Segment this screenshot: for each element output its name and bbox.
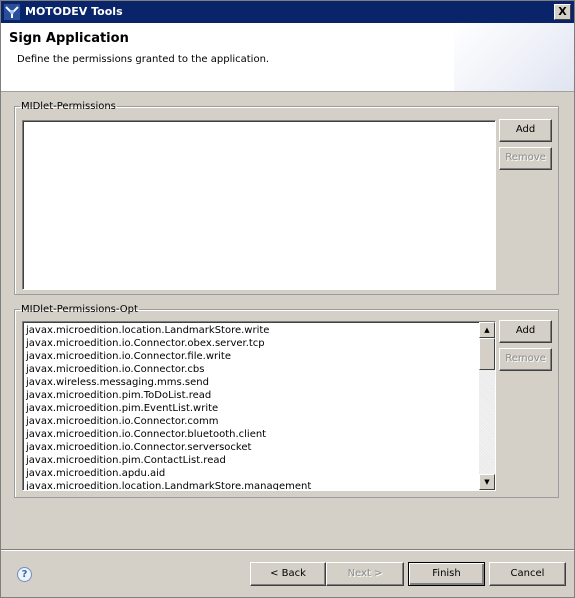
back-button[interactable]: < Back [250, 562, 326, 586]
vertical-scrollbar[interactable]: ▲ ▼ [479, 322, 495, 490]
help-icon[interactable]: ? [17, 567, 32, 582]
wizard-window: MOTODEV Tools X Sign Application Define … [0, 0, 575, 598]
permissions-remove-button[interactable]: Remove [499, 147, 552, 170]
permission-opt-item[interactable]: javax.microedition.io.Connector.serverso… [25, 441, 479, 454]
close-button[interactable]: X [554, 4, 571, 20]
footer-separator [1, 549, 574, 551]
permission-opt-item[interactable]: javax.microedition.io.Connector.bluetoot… [25, 428, 479, 441]
window-title: MOTODEV Tools [25, 5, 123, 18]
permission-opt-item[interactable]: javax.microedition.io.Connector.file.wri… [25, 350, 479, 363]
permission-opt-item[interactable]: javax.microedition.pim.ContactList.read [25, 454, 479, 467]
banner-decoration [454, 23, 574, 91]
motodev-logo-icon [4, 4, 20, 20]
permissions-opt-items: javax.microedition.location.LandmarkStor… [25, 324, 479, 490]
permissions-opt-list[interactable]: javax.microedition.location.LandmarkStor… [22, 321, 496, 491]
permission-opt-item[interactable]: javax.microedition.location.LandmarkStor… [25, 324, 479, 337]
permission-opt-item[interactable]: javax.microedition.io.Connector.obex.ser… [25, 337, 479, 350]
permission-opt-item[interactable]: javax.microedition.apdu.aid [25, 467, 479, 480]
scroll-up-arrow-icon[interactable]: ▲ [479, 322, 495, 338]
scroll-down-arrow-icon[interactable]: ▼ [479, 474, 495, 490]
wizard-banner: Sign Application Define the permissions … [1, 23, 574, 92]
permission-opt-item[interactable]: javax.microedition.pim.ToDoList.read [25, 389, 479, 402]
permission-opt-item[interactable]: javax.microedition.io.Connector.cbs [25, 363, 479, 376]
permissions-list[interactable] [22, 120, 496, 290]
permissions-opt-legend: MIDlet-Permissions-Opt [21, 304, 138, 315]
permissions-opt-remove-button[interactable]: Remove [499, 348, 552, 371]
permissions-add-button[interactable]: Add [499, 119, 552, 142]
cancel-button[interactable]: Cancel [489, 562, 566, 586]
finish-button[interactable]: Finish [408, 562, 485, 586]
permission-opt-item[interactable]: javax.wireless.messaging.mms.send [25, 376, 479, 389]
permissions-legend: MIDlet-Permissions [21, 101, 116, 112]
permission-opt-item[interactable]: javax.microedition.pim.EventList.write [25, 402, 479, 415]
title-bar[interactable]: MOTODEV Tools X [1, 1, 574, 23]
permission-opt-item[interactable]: javax.microedition.location.LandmarkStor… [25, 480, 479, 490]
scroll-thumb[interactable] [479, 338, 495, 370]
permission-opt-item[interactable]: javax.microedition.io.Connector.comm [25, 415, 479, 428]
next-button[interactable]: Next > [326, 562, 404, 586]
permissions-opt-add-button[interactable]: Add [499, 320, 552, 343]
page-description: Define the permissions granted to the ap… [17, 54, 270, 65]
page-title: Sign Application [9, 31, 129, 46]
